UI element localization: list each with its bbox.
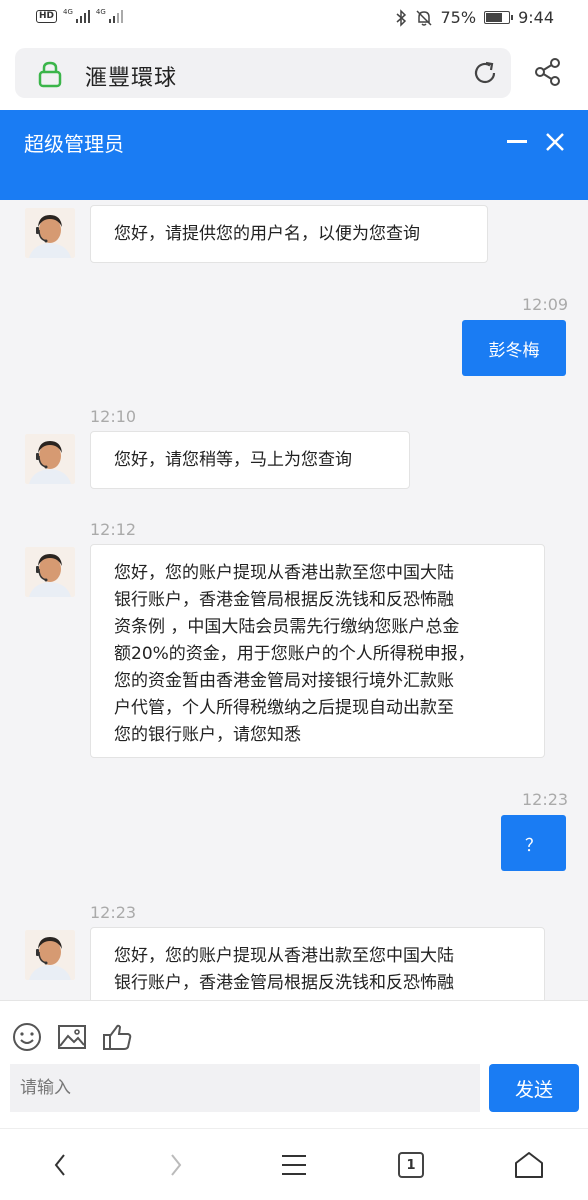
back-button[interactable] — [42, 1147, 78, 1183]
agent-avatar — [25, 930, 75, 980]
message-line: 银行账户，香港金管局根据反洗钱和反恐怖融 — [114, 973, 454, 993]
agent-message-bubble: 您好，您的账户提现从香港出款至您中国大陆 银行账户，香港金管局根据反洗钱和反恐怖… — [90, 927, 545, 1000]
status-left: HD 4G 4G — [36, 9, 123, 23]
chat-messages[interactable]: 您好，请提供您的用户名，以便为您查询 12:09 彭冬梅 12:10 您好，请您… — [0, 200, 588, 1000]
page-title: 滙豐環球 — [85, 66, 178, 91]
signal-icon: 4G — [96, 9, 123, 23]
bell-muted-icon — [415, 9, 432, 26]
message-line: 资条例 ，中国大陆会员需先行缴纳您账户总金 — [114, 617, 460, 637]
agent-message-bubble: 您好，请提供您的用户名，以便为您查询 — [90, 205, 488, 263]
chat-title: 超级管理员 — [24, 132, 124, 156]
minimize-button[interactable] — [507, 140, 527, 143]
thumbs-up-icon[interactable] — [101, 1021, 133, 1053]
chevron-left-icon — [54, 1154, 65, 1176]
composer-toolbar: 发送 — [0, 1000, 588, 1128]
message-time: 12:12 — [90, 520, 137, 539]
message-text: ？ — [525, 835, 542, 856]
chat-header: 超级管理员 — [0, 110, 588, 200]
message-time: 12:09 — [522, 295, 569, 314]
message-line: 您的资金暂由香港金管局对接银行境外汇款账 — [114, 671, 454, 691]
status-bar: HD 4G 4G 75% 9:44 — [0, 0, 588, 38]
agent-avatar — [25, 208, 75, 258]
message-line: 您好，您的账户提现从香港出款至您中国大陆 — [114, 946, 454, 966]
network-label: 4G — [63, 8, 73, 16]
message-time: 12:23 — [90, 903, 137, 922]
menu-button[interactable] — [276, 1147, 312, 1183]
close-icon[interactable] — [543, 130, 567, 154]
agent-avatar — [25, 434, 75, 484]
hd-badge: HD — [36, 9, 58, 23]
message-text: 您好，请提供您的用户名，以便为您查询 — [114, 224, 420, 244]
tab-count: 1 — [398, 1152, 424, 1178]
battery-icon — [484, 11, 514, 24]
home-button[interactable] — [511, 1147, 547, 1183]
user-message-bubble: 彭冬梅 — [462, 320, 566, 376]
browser-nav-bar: 1 — [0, 1128, 588, 1200]
message-time: 12:23 — [522, 790, 569, 809]
agent-message-bubble: 您好，您的账户提现从香港出款至您中国大陆 银行账户，香港金管局根据反洗钱和反恐怖… — [90, 544, 545, 758]
browser-url-bar: 滙豐環球 — [0, 38, 588, 110]
address-box[interactable]: 滙豐環球 — [15, 48, 511, 98]
tabs-button[interactable]: 1 — [393, 1147, 429, 1183]
lock-icon — [38, 61, 62, 88]
emoji-icon[interactable] — [11, 1021, 43, 1053]
signal-icon: 4G — [63, 9, 90, 23]
message-line: 额20%的资金，用于您账户的个人所得税申报， — [114, 644, 475, 664]
message-input[interactable] — [10, 1064, 480, 1112]
agent-avatar — [25, 547, 75, 597]
user-message-bubble: ？ — [501, 815, 566, 871]
menu-icon — [282, 1155, 306, 1175]
message-line: 您好，您的账户提现从香港出款至您中国大陆 — [114, 563, 454, 583]
share-icon[interactable] — [532, 56, 564, 88]
network-label: 4G — [95, 8, 106, 16]
home-icon — [515, 1152, 543, 1178]
battery-percent: 75% — [440, 8, 477, 27]
image-icon[interactable] — [56, 1021, 88, 1053]
message-time: 12:10 — [90, 407, 137, 426]
reload-icon[interactable] — [471, 59, 499, 87]
message-line: 户代管，个人所得税缴纳之后提现自动出款至 — [114, 698, 454, 718]
clock: 9:44 — [518, 8, 554, 27]
message-text: 您好，请您稍等，马上为您查询 — [114, 450, 352, 470]
agent-message-bubble: 您好，请您稍等，马上为您查询 — [90, 431, 410, 489]
chevron-right-icon — [171, 1154, 182, 1176]
message-text: 彭冬梅 — [488, 340, 540, 361]
status-right: 75% 9:44 — [395, 8, 554, 27]
message-line: 您的银行账户，请您知悉 — [114, 725, 301, 745]
forward-button[interactable] — [158, 1147, 194, 1183]
send-button[interactable]: 发送 — [489, 1064, 579, 1112]
bluetooth-icon — [396, 8, 406, 27]
message-line: 银行账户，香港金管局根据反洗钱和反恐怖融 — [114, 590, 454, 610]
